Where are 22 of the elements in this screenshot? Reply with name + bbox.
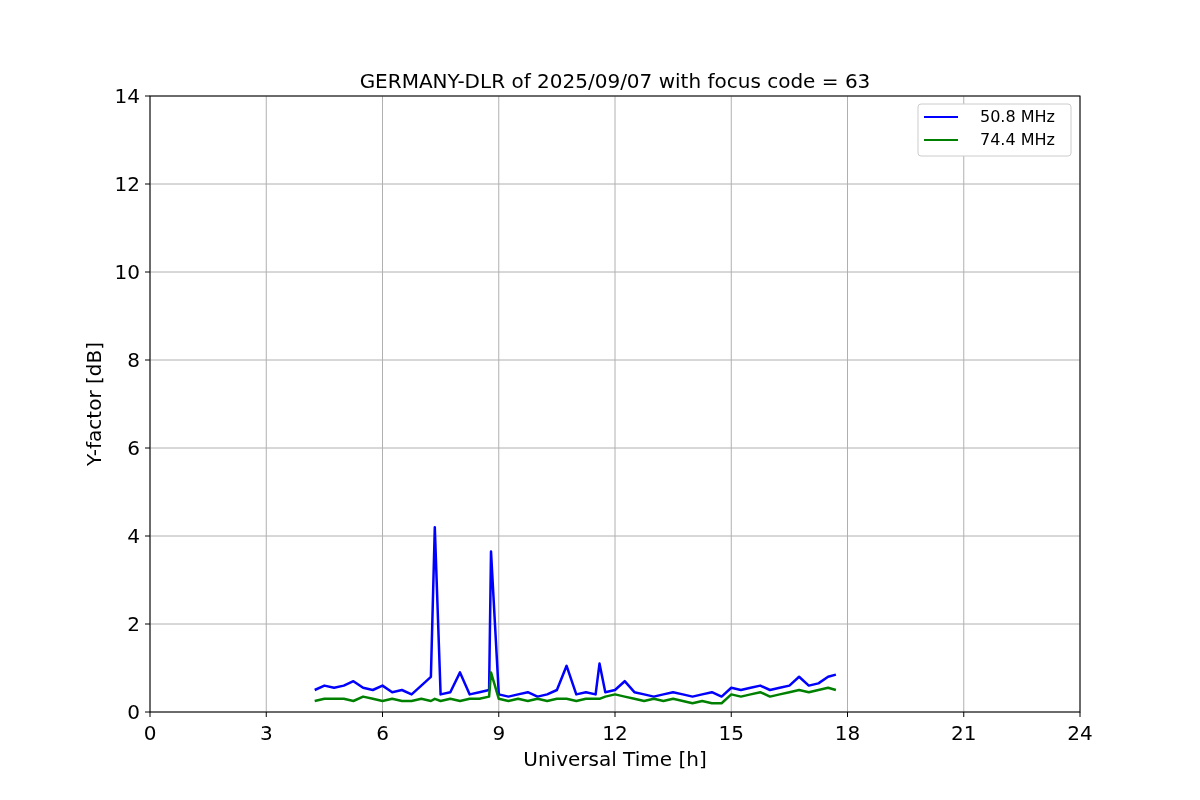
tick-label: 6 xyxy=(376,721,389,745)
tick-label: 8 xyxy=(127,348,140,372)
tick-label: 14 xyxy=(114,84,140,108)
tick-label: 0 xyxy=(127,700,140,724)
legend-label: 50.8 MHz xyxy=(980,107,1055,126)
tick-label: 2 xyxy=(127,612,140,636)
tick-label: 3 xyxy=(259,721,273,745)
axis-label: Universal Time [h] xyxy=(523,747,707,771)
tick-label: 6 xyxy=(127,436,140,460)
tick-label: 24 xyxy=(1067,721,1093,745)
tick-label: 21 xyxy=(951,721,977,745)
axis-label: Y-factor [dB] xyxy=(82,342,106,466)
tick-label: 9 xyxy=(492,721,506,745)
tick-label: 12 xyxy=(602,721,628,745)
tick-label: 0 xyxy=(143,721,157,745)
legend-label: 74.4 MHz xyxy=(980,130,1055,149)
tick-label: 12 xyxy=(114,172,140,196)
tick-label: 10 xyxy=(114,260,140,284)
chart-title: GERMANY-DLR of 2025/09/07 with focus code = 63 xyxy=(359,69,871,93)
tick-label: 15 xyxy=(718,721,744,745)
tick-label: 4 xyxy=(127,524,140,548)
tick-label: 18 xyxy=(834,721,861,745)
